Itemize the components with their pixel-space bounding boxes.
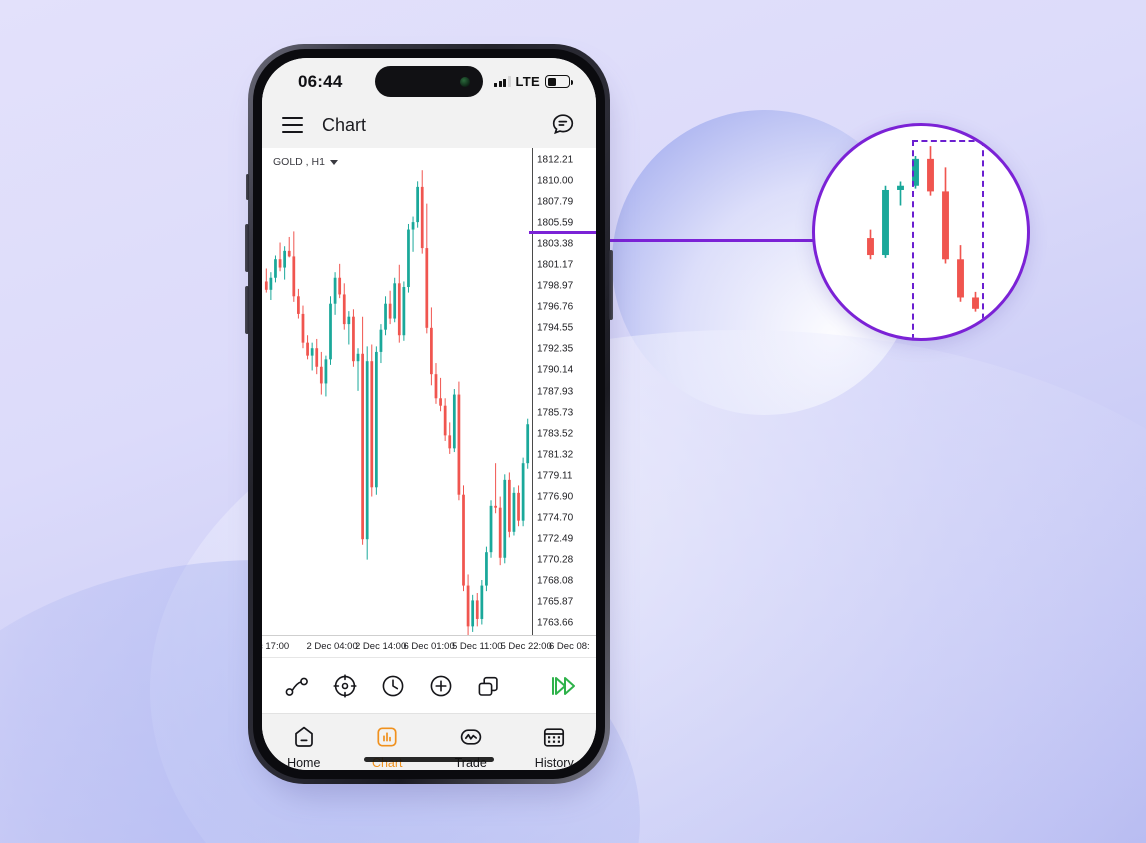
- fast-forward-icon[interactable]: [548, 673, 575, 699]
- volume-up-button[interactable]: [245, 224, 249, 272]
- tab-label: Home: [287, 756, 321, 770]
- status-bar: 06:44 LTE: [262, 58, 596, 102]
- price-tick-label: 1801.17: [537, 259, 574, 271]
- price-tick-label: 1790.14: [537, 364, 574, 376]
- tab-history[interactable]: History: [513, 723, 597, 770]
- price-tick-label: 1796.76: [537, 301, 574, 313]
- price-tick-label: 1772.49: [537, 533, 574, 545]
- time-tick-label: 5 Dec 22:00: [500, 641, 552, 652]
- symbol-selector[interactable]: GOLD , H1: [273, 156, 338, 168]
- page-title: Chart: [322, 114, 367, 135]
- plus-circle-icon[interactable]: [428, 673, 454, 699]
- home-icon: [290, 723, 318, 751]
- price-tick-label: 1810.00: [537, 175, 574, 187]
- phone-frame: 06:44 LTE Chart GOLD , H1 1812.21 1810.0…: [245, 44, 613, 784]
- chat-bubble-icon[interactable]: [550, 112, 576, 138]
- phone-bezel: 06:44 LTE Chart GOLD , H1 1812.21 1810.0…: [253, 49, 605, 779]
- price-tick-label: 1807.79: [537, 196, 574, 208]
- time-tick-label: 2 Dec 14:00: [355, 641, 407, 652]
- trade-pulse-icon: [457, 723, 485, 751]
- candlestick-plot[interactable]: [262, 148, 532, 635]
- time-tick-label: 5 Dec 11:00: [452, 641, 503, 652]
- home-indicator: [364, 757, 494, 762]
- price-tick-label: 1781.32: [537, 449, 574, 461]
- phone-mockup: 06:44 LTE Chart GOLD , H1 1812.21 1810.0…: [245, 44, 613, 796]
- time-tick-label: 6 Dec 01:00: [403, 641, 455, 652]
- price-tick-label: 1765.87: [537, 596, 574, 608]
- price-tick-label: 1774.70: [537, 512, 574, 524]
- magnifier-callout: [812, 123, 1030, 341]
- status-time: 06:44: [298, 72, 343, 91]
- price-tick-label: 1812.21: [537, 154, 574, 166]
- crosshair-icon[interactable]: [332, 673, 358, 699]
- price-tick-label: 1779.11: [537, 470, 573, 482]
- magnifier-connector-line: [600, 239, 836, 242]
- tab-home[interactable]: Home: [262, 723, 346, 770]
- time-tick-label: 6 Dec 08:: [549, 641, 590, 652]
- battery-icon: [545, 75, 573, 88]
- price-tick-label: 1776.90: [537, 491, 574, 503]
- tab-label: History: [534, 756, 574, 770]
- signal-bars-icon: [494, 76, 511, 87]
- front-camera-icon: [460, 76, 470, 87]
- phone-screen: 06:44 LTE Chart GOLD , H1 1812.21 1810.0…: [262, 58, 596, 770]
- hamburger-menu-icon[interactable]: [282, 117, 303, 133]
- layers-icon[interactable]: [476, 673, 502, 699]
- price-axis[interactable]: 1812.21 1810.00 1807.79 1805.59 1803.38 1801.…: [529, 148, 596, 635]
- magnifier-selection-rectangle: [912, 140, 984, 338]
- tab-trade[interactable]: Trade: [429, 723, 513, 770]
- chart-area[interactable]: GOLD , H1 1812.21 1810.00 1807.79 1805.59 18…: [262, 148, 596, 657]
- price-tick-label: 1792.35: [537, 343, 574, 355]
- time-tick-label: c 17:00: [262, 641, 290, 652]
- price-tick-label: 1763.66: [537, 617, 574, 629]
- time-axis[interactable]: c 17:00 2 Dec 04:002 Dec 14:006 Dec 01:00…: [262, 635, 596, 657]
- symbol-label: GOLD , H1: [273, 156, 325, 168]
- clock-icon[interactable]: [380, 673, 406, 699]
- mute-switch[interactable]: [246, 174, 249, 200]
- network-type-label: LTE: [515, 74, 540, 89]
- price-tick-label: 1768.08: [537, 575, 574, 587]
- price-tick-label: 1770.28: [537, 554, 574, 566]
- dynamic-island: [375, 66, 483, 97]
- price-tick-label: 1798.97: [537, 280, 574, 292]
- bar-chart-icon: [373, 723, 401, 751]
- price-tick-label: 1794.55: [537, 322, 574, 334]
- battery-fill: [547, 77, 556, 86]
- trendline-icon[interactable]: [284, 673, 310, 699]
- time-tick-label: 2 Dec 04:00: [306, 641, 358, 652]
- app-header: Chart: [262, 102, 596, 148]
- price-highlight-line: [529, 231, 596, 234]
- price-tick-label: 1803.38: [537, 238, 574, 250]
- calendar-icon: [540, 723, 568, 751]
- price-tick-label: 1787.93: [537, 386, 574, 397]
- tab-chart[interactable]: Chart: [346, 723, 430, 770]
- chevron-down-icon: [329, 159, 338, 165]
- price-tick-label: 1805.59: [537, 217, 574, 229]
- power-button[interactable]: [609, 250, 613, 320]
- status-indicators: LTE: [494, 74, 573, 89]
- volume-down-button[interactable]: [245, 286, 249, 334]
- chart-toolbar: [262, 657, 596, 713]
- price-tick-label: 1785.73: [537, 407, 574, 419]
- price-tick-label: 1783.52: [537, 428, 574, 440]
